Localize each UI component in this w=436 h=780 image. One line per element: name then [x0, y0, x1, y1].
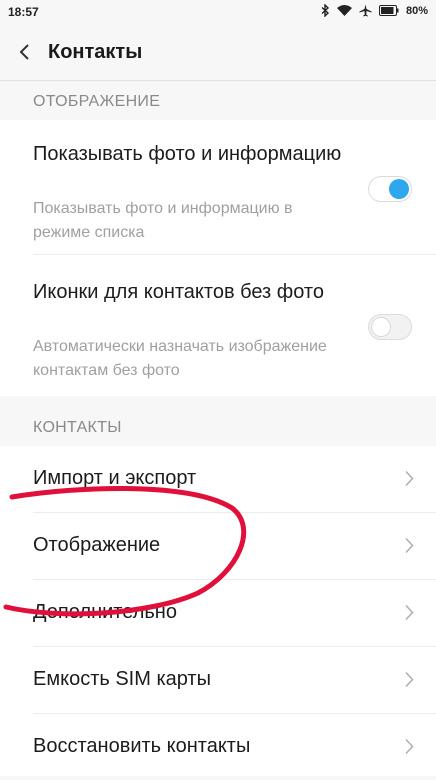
menu-item-import-export[interactable]: Импорт и экспорт	[0, 446, 436, 512]
battery-level: 80%	[405, 4, 428, 17]
setting-icons-without-photo[interactable]: Иконки для контактов без фото Автоматиче…	[0, 255, 436, 396]
section-header-display: ОТОБРАЖЕНИЕ	[33, 93, 161, 110]
setting-description: Автоматически назначать изображение конт…	[33, 338, 327, 379]
back-button[interactable]	[14, 40, 38, 66]
menu-item-label: Отображение	[33, 534, 161, 556]
status-bar: 18:57 80%	[0, 0, 436, 26]
chevron-right-icon	[404, 604, 414, 626]
menu-item-label: Импорт и экспорт	[33, 467, 197, 489]
display-settings-group: Показывать фото и информацию Показывать …	[0, 120, 436, 396]
wifi-icon	[336, 5, 352, 16]
airplane-icon	[359, 4, 372, 17]
section-header-contacts: КОНТАКТЫ	[33, 419, 122, 436]
toggle-switch-show-photo[interactable]	[368, 176, 412, 202]
menu-item-label: Дополнительно	[33, 601, 177, 623]
menu-item-restore-contacts[interactable]: Восстановить контакты	[0, 714, 436, 780]
menu-item-display[interactable]: Отображение	[0, 513, 436, 579]
setting-title: Иконки для контактов без фото	[33, 281, 324, 303]
setting-show-photo-info[interactable]: Показывать фото и информацию Показывать …	[0, 120, 436, 254]
app-header: Контакты	[0, 26, 436, 81]
chevron-right-icon	[404, 537, 414, 559]
battery-icon	[378, 5, 399, 16]
toggle-switch-icons-without-photo[interactable]	[368, 314, 412, 340]
chevron-right-icon	[404, 671, 414, 693]
status-icons: 80%	[321, 4, 428, 17]
contacts-settings-group: Импорт и экспорт Отображение Дополнитель…	[0, 446, 436, 776]
menu-item-label: Восстановить контакты	[33, 735, 251, 757]
bluetooth-icon	[321, 4, 330, 17]
menu-item-advanced[interactable]: Дополнительно	[0, 580, 436, 646]
page-title: Контакты	[48, 41, 143, 63]
status-time: 18:57	[8, 5, 39, 19]
chevron-right-icon	[404, 738, 414, 760]
menu-item-sim-capacity[interactable]: Емкость SIM карты	[0, 647, 436, 713]
chevron-right-icon	[404, 470, 414, 492]
menu-item-label: Емкость SIM карты	[33, 668, 211, 690]
toggle-knob	[389, 179, 409, 199]
chevron-left-icon	[14, 44, 38, 70]
toggle-knob	[371, 317, 391, 337]
setting-description: Показывать фото и информацию в режиме сп…	[33, 200, 293, 241]
setting-title: Показывать фото и информацию	[33, 143, 342, 165]
